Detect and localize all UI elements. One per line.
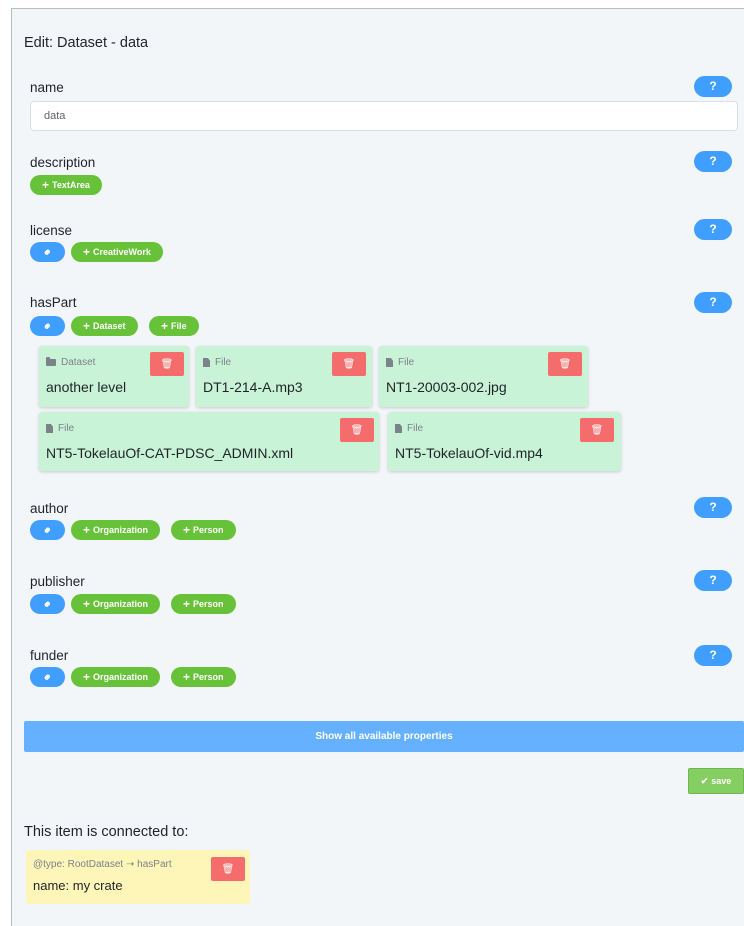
plus-icon: + bbox=[83, 319, 91, 333]
property-label-haspart: hasPart bbox=[30, 295, 77, 310]
help-button-haspart[interactable]: ? bbox=[694, 292, 732, 313]
name-input[interactable] bbox=[30, 101, 738, 131]
trash-icon: 🗑 bbox=[160, 358, 174, 370]
add-dataset-button[interactable]: + Dataset bbox=[71, 316, 138, 336]
haspart-card-dataset[interactable]: Dataset 🗑 another level bbox=[39, 346, 189, 407]
show-all-properties-button[interactable]: Show all available properties bbox=[24, 721, 744, 752]
add-textarea-button[interactable]: + TextArea bbox=[30, 175, 102, 195]
connection-name: name: my crate bbox=[33, 878, 123, 893]
card-type: File bbox=[46, 423, 74, 434]
plus-icon: + bbox=[83, 245, 91, 259]
delete-button[interactable]: 🗑 bbox=[580, 418, 614, 442]
link-icon: ⚭ bbox=[40, 669, 56, 685]
help-button-publisher[interactable]: ? bbox=[694, 570, 732, 591]
delete-button[interactable]: 🗑 bbox=[150, 352, 184, 376]
page-title: Edit: Dataset - data bbox=[24, 35, 149, 51]
add-person-button[interactable]: + Person bbox=[171, 594, 236, 614]
property-label-publisher: publisher bbox=[30, 574, 85, 589]
link-button-funder[interactable]: ⚭ bbox=[30, 667, 65, 687]
file-icon bbox=[46, 424, 53, 433]
link-button-haspart[interactable]: ⚭ bbox=[30, 316, 65, 336]
help-button-funder[interactable]: ? bbox=[694, 645, 732, 666]
file-icon bbox=[395, 424, 402, 433]
property-label-description: description bbox=[30, 155, 96, 170]
card-name: DT1-214-A.mp3 bbox=[203, 379, 303, 395]
haspart-card-file[interactable]: File 🗑 NT5-TokelauOf-CAT-PDSC_ADMIN.xml bbox=[39, 412, 379, 471]
help-button-name[interactable]: ? bbox=[694, 76, 732, 97]
trash-icon: 🗑 bbox=[558, 358, 572, 370]
add-person-button[interactable]: + Person bbox=[171, 520, 236, 540]
delete-button[interactable]: 🗑 bbox=[332, 352, 366, 376]
plus-icon: + bbox=[42, 178, 50, 192]
connections-title: This item is connected to: bbox=[24, 824, 189, 840]
link-button-publisher[interactable]: ⚭ bbox=[30, 594, 65, 614]
card-type: File bbox=[395, 423, 423, 434]
card-name: NT5-TokelauOf-CAT-PDSC_ADMIN.xml bbox=[46, 445, 294, 461]
delete-button[interactable]: 🗑 bbox=[211, 857, 245, 881]
property-label-funder: funder bbox=[30, 648, 69, 663]
trash-icon: 🗑 bbox=[350, 424, 364, 436]
haspart-card-file[interactable]: File 🗑 NT5-TokelauOf-vid.mp4 bbox=[388, 412, 621, 471]
save-button[interactable]: ✔ save bbox=[688, 768, 744, 794]
plus-icon: + bbox=[161, 319, 169, 333]
folder-icon bbox=[46, 357, 56, 366]
add-person-button[interactable]: + Person bbox=[171, 667, 236, 687]
property-label-name: name bbox=[30, 80, 64, 95]
trash-icon: 🗑 bbox=[221, 863, 235, 875]
trash-icon: 🗑 bbox=[590, 424, 604, 436]
plus-icon: + bbox=[83, 597, 91, 611]
add-organization-button[interactable]: + Organization bbox=[71, 520, 161, 540]
property-label-license: license bbox=[30, 223, 73, 238]
plus-icon: + bbox=[83, 523, 91, 537]
trash-icon: 🗑 bbox=[342, 358, 356, 370]
link-icon: ⚭ bbox=[40, 244, 56, 260]
card-name: NT5-TokelauOf-vid.mp4 bbox=[395, 445, 543, 461]
haspart-card-file[interactable]: File 🗑 NT1-20003-002.jpg bbox=[379, 346, 588, 407]
plus-icon: + bbox=[83, 670, 91, 684]
help-button-license[interactable]: ? bbox=[694, 219, 732, 240]
file-icon bbox=[203, 358, 210, 367]
delete-button[interactable]: 🗑 bbox=[340, 418, 374, 442]
plus-icon: + bbox=[183, 523, 191, 537]
connection-card[interactable]: @type: RootDataset ➝ hasPart 🗑 name: my … bbox=[26, 850, 250, 904]
property-label-author: author bbox=[30, 501, 69, 516]
connection-type: @type: RootDataset ➝ hasPart bbox=[33, 859, 172, 870]
link-icon: ⚭ bbox=[40, 596, 56, 612]
haspart-card-file[interactable]: File 🗑 DT1-214-A.mp3 bbox=[196, 346, 372, 407]
delete-button[interactable]: 🗑 bbox=[548, 352, 582, 376]
add-organization-button[interactable]: + Organization bbox=[71, 667, 161, 687]
link-icon: ⚭ bbox=[40, 522, 56, 538]
card-name: NT1-20003-002.jpg bbox=[386, 379, 507, 395]
link-button-author[interactable]: ⚭ bbox=[30, 520, 65, 540]
plus-icon: + bbox=[183, 597, 191, 611]
card-name: another level bbox=[46, 379, 127, 395]
plus-icon: + bbox=[183, 670, 191, 684]
arrow-right-icon: ➝ bbox=[125, 859, 138, 870]
add-organization-button[interactable]: + Organization bbox=[71, 594, 161, 614]
help-button-description[interactable]: ? bbox=[694, 151, 732, 172]
add-file-button[interactable]: + File bbox=[149, 316, 199, 336]
card-type: File bbox=[203, 357, 231, 368]
link-button-license[interactable]: ⚭ bbox=[30, 242, 65, 262]
card-type: File bbox=[386, 357, 414, 368]
check-icon: ✔ bbox=[700, 775, 709, 786]
card-type: Dataset bbox=[46, 357, 95, 368]
help-button-author[interactable]: ? bbox=[694, 497, 732, 518]
add-creativework-button[interactable]: + CreativeWork bbox=[71, 242, 163, 262]
link-icon: ⚭ bbox=[40, 318, 56, 334]
file-icon bbox=[386, 358, 393, 367]
